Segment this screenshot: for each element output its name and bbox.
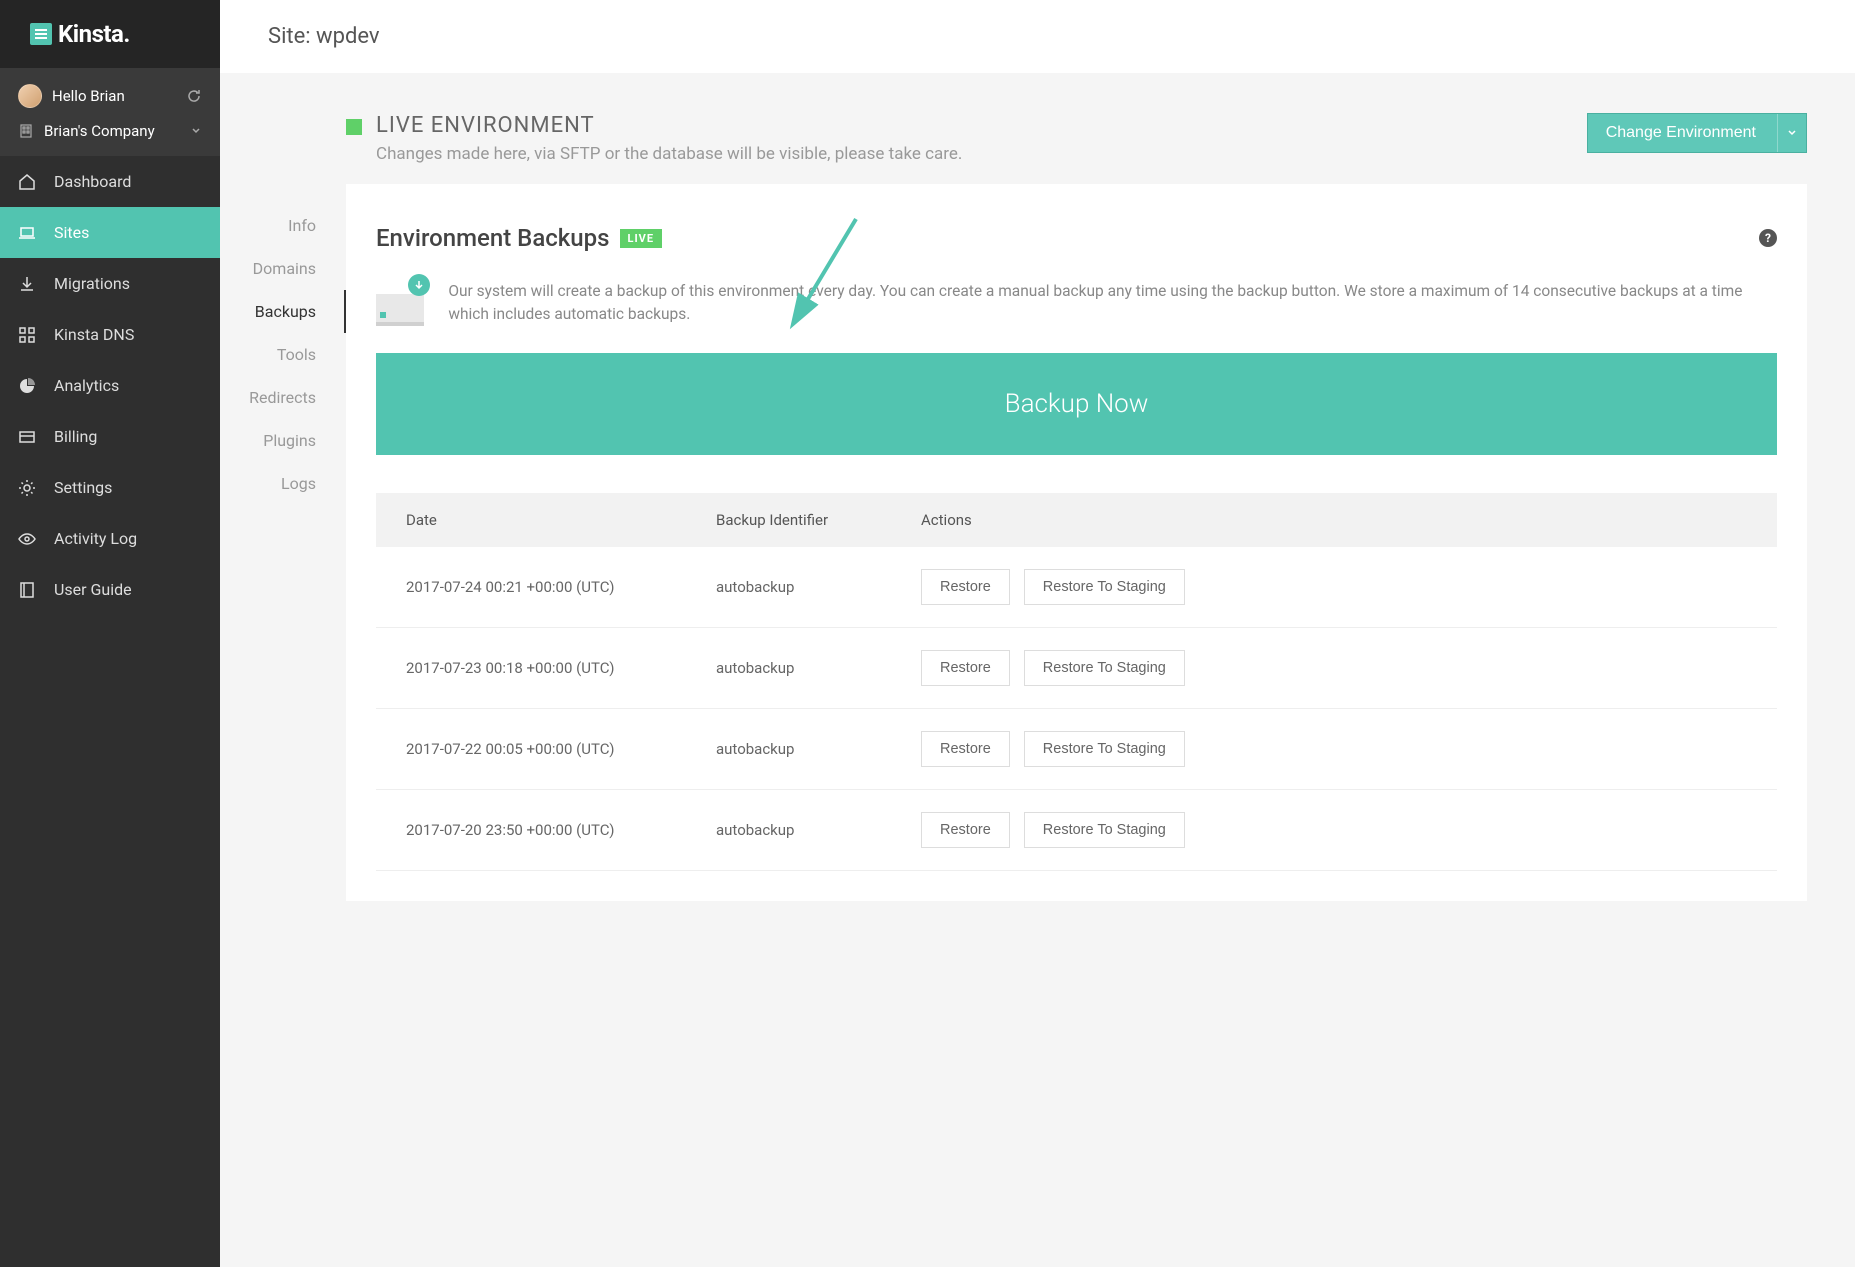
nav-item-migrations[interactable]: Migrations xyxy=(0,258,220,309)
nav-item-kinsta-dns[interactable]: Kinsta DNS xyxy=(0,309,220,360)
logo-text: Kinsta. xyxy=(58,20,130,48)
nav-label: Analytics xyxy=(54,376,119,395)
cell-id: autobackup xyxy=(716,740,921,758)
download-icon xyxy=(18,275,36,293)
laptop-icon xyxy=(18,224,36,242)
restore-to-staging-button[interactable]: Restore To Staging xyxy=(1024,731,1185,767)
restore-button[interactable]: Restore xyxy=(921,650,1010,686)
main-content: Site: wpdev LIVE ENVIRONMENT Changes mad… xyxy=(220,0,1855,1267)
cell-date: 2017-07-22 00:05 +00:00 (UTC) xyxy=(406,740,716,758)
nav-label: Settings xyxy=(54,478,112,497)
main-nav: Dashboard Sites Migrations Kinsta DNS Analyt… xyxy=(0,156,220,615)
table-row: 2017-07-24 00:21 +00:00 (UTC)autobackupR… xyxy=(376,547,1777,628)
restore-to-staging-button[interactable]: Restore To Staging xyxy=(1024,569,1185,605)
gear-icon xyxy=(18,479,36,497)
env-subtitle: Changes made here, via SFTP or the datab… xyxy=(376,144,962,164)
chevron-down-icon xyxy=(190,122,202,140)
book-icon xyxy=(18,581,36,599)
topbar: Site: wpdev xyxy=(220,0,1855,73)
logo[interactable]: Kinsta. xyxy=(0,0,220,68)
building-icon xyxy=(18,123,34,139)
backup-illustration xyxy=(376,280,424,326)
avatar xyxy=(18,84,42,108)
change-environment-button[interactable]: Change Environment xyxy=(1587,113,1807,153)
environment-banner: LIVE ENVIRONMENT Changes made here, via … xyxy=(346,113,1807,164)
subnav-item-info[interactable]: Info xyxy=(220,204,346,247)
subnav-item-domains[interactable]: Domains xyxy=(220,247,346,290)
cell-date: 2017-07-20 23:50 +00:00 (UTC) xyxy=(406,821,716,839)
subnav-item-backups[interactable]: Backups xyxy=(220,290,346,333)
live-badge: LIVE xyxy=(620,229,663,248)
download-icon xyxy=(408,274,430,296)
site-label: Site: wpdev xyxy=(268,24,380,49)
panel-description: Our system will create a backup of this … xyxy=(448,280,1777,327)
env-status-indicator xyxy=(346,119,362,135)
nav-label: Activity Log xyxy=(54,529,137,548)
cell-id: autobackup xyxy=(716,578,921,596)
pie-icon xyxy=(18,377,36,395)
table-row: 2017-07-20 23:50 +00:00 (UTC)autobackupR… xyxy=(376,790,1777,871)
panel-title: Environment Backups xyxy=(376,224,610,252)
cell-id: autobackup xyxy=(716,659,921,677)
restore-to-staging-button[interactable]: Restore To Staging xyxy=(1024,812,1185,848)
subnav-item-redirects[interactable]: Redirects xyxy=(220,376,346,419)
subnav-item-tools[interactable]: Tools xyxy=(220,333,346,376)
restore-button[interactable]: Restore xyxy=(921,569,1010,605)
user-section: Hello Brian Brian's Company xyxy=(0,68,220,156)
company-selector[interactable]: Brian's Company xyxy=(18,122,202,140)
backups-table: Date Backup Identifier Actions 2017-07-2… xyxy=(376,493,1777,871)
company-name: Brian's Company xyxy=(44,122,155,140)
eye-icon xyxy=(18,530,36,548)
subnav-item-logs[interactable]: Logs xyxy=(220,462,346,505)
nav-item-activity-log[interactable]: Activity Log xyxy=(0,513,220,564)
nav-item-analytics[interactable]: Analytics xyxy=(0,360,220,411)
backup-now-button[interactable]: Backup Now xyxy=(376,353,1777,455)
nav-label: Sites xyxy=(54,223,89,242)
cell-id: autobackup xyxy=(716,821,921,839)
restore-to-staging-button[interactable]: Restore To Staging xyxy=(1024,650,1185,686)
help-icon[interactable]: ? xyxy=(1759,229,1777,247)
refresh-icon[interactable] xyxy=(186,88,202,104)
cell-date: 2017-07-23 00:18 +00:00 (UTC) xyxy=(406,659,716,677)
nav-item-dashboard[interactable]: Dashboard xyxy=(0,156,220,207)
logo-icon xyxy=(30,23,52,45)
backups-panel: Environment Backups LIVE ? Our system wi… xyxy=(346,184,1807,901)
nav-label: Dashboard xyxy=(54,172,131,191)
nav-label: Billing xyxy=(54,427,97,446)
nav-label: User Guide xyxy=(54,580,132,599)
user-greeting: Hello Brian xyxy=(52,87,176,105)
nav-item-user-guide[interactable]: User Guide xyxy=(0,564,220,615)
nav-item-settings[interactable]: Settings xyxy=(0,462,220,513)
table-header: Date Backup Identifier Actions xyxy=(376,493,1777,547)
env-title: LIVE ENVIRONMENT xyxy=(376,113,962,138)
nav-label: Migrations xyxy=(54,274,130,293)
subnav-item-plugins[interactable]: Plugins xyxy=(220,419,346,462)
user-row[interactable]: Hello Brian xyxy=(18,84,202,108)
restore-button[interactable]: Restore xyxy=(921,731,1010,767)
chevron-down-icon xyxy=(1787,124,1797,142)
nav-label: Kinsta DNS xyxy=(54,325,134,344)
nav-item-billing[interactable]: Billing xyxy=(0,411,220,462)
home-icon xyxy=(18,173,36,191)
site-subnav: InfoDomainsBackupsToolsRedirectsPluginsL… xyxy=(220,184,346,901)
cell-date: 2017-07-24 00:21 +00:00 (UTC) xyxy=(406,578,716,596)
nav-item-sites[interactable]: Sites xyxy=(0,207,220,258)
table-row: 2017-07-23 00:18 +00:00 (UTC)autobackupR… xyxy=(376,628,1777,709)
sidebar: Kinsta. Hello Brian Brian's Company Dash… xyxy=(0,0,220,1267)
col-header-id: Backup Identifier xyxy=(716,511,921,529)
change-env-label: Change Environment xyxy=(1606,124,1756,141)
col-header-actions: Actions xyxy=(921,511,1747,529)
restore-button[interactable]: Restore xyxy=(921,812,1010,848)
grid-icon xyxy=(18,326,36,344)
table-row: 2017-07-22 00:05 +00:00 (UTC)autobackupR… xyxy=(376,709,1777,790)
card-icon xyxy=(18,428,36,446)
col-header-date: Date xyxy=(406,511,716,529)
